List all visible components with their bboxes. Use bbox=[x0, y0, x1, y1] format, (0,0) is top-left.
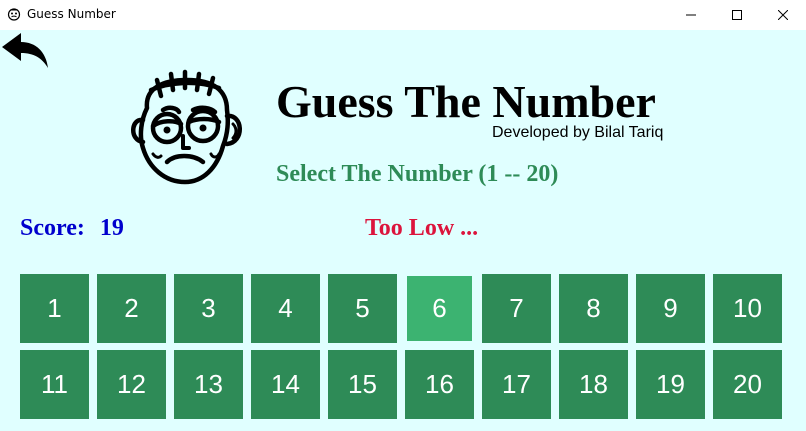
number-button-12[interactable]: 12 bbox=[97, 350, 166, 419]
number-button-18[interactable]: 18 bbox=[559, 350, 628, 419]
number-button-2[interactable]: 2 bbox=[97, 274, 166, 343]
number-button-17[interactable]: 17 bbox=[482, 350, 551, 419]
number-button-7[interactable]: 7 bbox=[482, 274, 551, 343]
number-button-13[interactable]: 13 bbox=[174, 350, 243, 419]
app-title: Guess The Number bbox=[276, 76, 656, 127]
maximize-icon bbox=[732, 10, 742, 20]
maximize-button[interactable] bbox=[714, 0, 760, 30]
number-button-8[interactable]: 8 bbox=[559, 274, 628, 343]
minimize-icon bbox=[686, 14, 696, 16]
number-button-14[interactable]: 14 bbox=[251, 350, 320, 419]
number-button-16[interactable]: 16 bbox=[405, 350, 474, 419]
score-display: Score: 19 bbox=[20, 215, 124, 242]
feedback-message: Too Low ... bbox=[365, 215, 479, 241]
score-value: 19 bbox=[99, 215, 124, 241]
app-icon bbox=[7, 8, 21, 21]
number-button-15[interactable]: 15 bbox=[328, 350, 397, 419]
number-button-20[interactable]: 20 bbox=[713, 350, 782, 419]
number-button-10[interactable]: 10 bbox=[713, 274, 782, 343]
close-button[interactable] bbox=[760, 0, 806, 30]
score-label: Score: bbox=[20, 215, 85, 241]
number-button-11[interactable]: 11 bbox=[20, 350, 89, 419]
minimize-button[interactable] bbox=[668, 0, 714, 30]
number-button-1[interactable]: 1 bbox=[20, 274, 89, 343]
back-arrow-icon[interactable] bbox=[0, 30, 52, 70]
window-title: Guess Number bbox=[27, 7, 116, 21]
number-button-5[interactable]: 5 bbox=[328, 274, 397, 343]
grumpy-face-icon bbox=[131, 69, 242, 185]
number-button-3[interactable]: 3 bbox=[174, 274, 243, 343]
close-icon bbox=[778, 10, 788, 20]
number-button-4[interactable]: 4 bbox=[251, 274, 320, 343]
number-grid: 1 2 3 4 5 6 7 8 9 10 11 12 13 14 15 16 1… bbox=[20, 274, 784, 419]
number-button-9[interactable]: 9 bbox=[636, 274, 705, 343]
title-bar: Guess Number bbox=[0, 0, 806, 30]
game-panel: Guess The Number Developed by Bilal Tari… bbox=[0, 30, 806, 431]
number-button-6[interactable]: 6 bbox=[405, 274, 474, 343]
developer-credit: Developed by Bilal Tariq bbox=[492, 124, 664, 141]
number-button-19[interactable]: 19 bbox=[636, 350, 705, 419]
instruction-label: Select The Number (1 -- 20) bbox=[276, 161, 559, 187]
